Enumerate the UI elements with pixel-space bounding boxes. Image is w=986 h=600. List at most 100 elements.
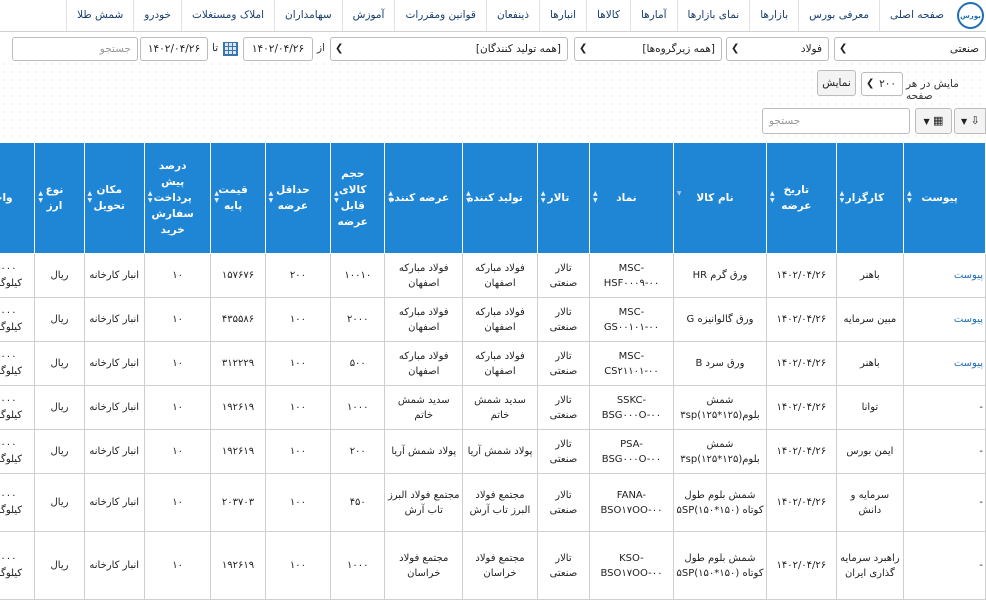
market-select[interactable]: ❯ صنعتی [834, 37, 986, 61]
sort-icon[interactable]: ▲ ▼ [214, 190, 219, 204]
cell-min-offer: ۱۰۰ [264, 531, 332, 600]
cell-symbol: MSC-HSF۰۰۰۹-۰۰ [589, 253, 674, 298]
cell-min-offer: ۱۰۰ [264, 429, 332, 474]
export-button[interactable]: ▼ ⇩ [954, 108, 986, 134]
column-header-unit[interactable]: واحد▲▼ [0, 142, 36, 254]
cell-supplier: فولاد مبارکه اصفهان [384, 253, 464, 298]
cell-unit: ۱۰۰۰ کیلوگرم [0, 473, 36, 532]
column-header-broker[interactable]: کارگزار ▲ ▼ [835, 142, 905, 254]
cell-offer-date: ۱۴۰۲/۰۴/۲۶ [766, 341, 837, 386]
sort-icon[interactable]: ▼ [677, 190, 682, 197]
nav-item-real-estate[interactable]: املاک ومستغلات [181, 0, 274, 31]
column-header-label: حجم کالای قابل عرضه [337, 168, 368, 228]
sort-icon[interactable]: ▲ ▼ [88, 190, 93, 204]
nav-item-home[interactable]: صفحه اصلی [878, 0, 954, 31]
nav-item-education[interactable]: آموزش [341, 0, 395, 31]
sort-icon[interactable]: ▲ ▼ [388, 190, 393, 204]
column-header-base-price[interactable]: قیمت پایه ▲ ▼ [210, 142, 266, 254]
nav-item-shareholders[interactable]: سهامداران [274, 0, 342, 31]
cell-commodity-name: ورق گرم HR [672, 253, 768, 298]
cell-producer: مجتمع فولاد البرز تاب آرش [462, 473, 538, 532]
show-button[interactable]: نمایش [817, 70, 856, 96]
table-row[interactable]: - توانا ۱۴۰۲/۰۴/۲۶ شمش بلوم(۱۲۵*۱۲۵)۳sp SSKC… [0, 385, 986, 430]
column-header-currency[interactable]: نوع ارز ▲ ▼ [34, 142, 85, 254]
cell-currency: ریال [34, 429, 85, 474]
cell-attachment[interactable]: پیوست [903, 253, 986, 298]
cell-base-price: ۱۹۲۶۱۹ [210, 385, 266, 430]
table-row[interactable]: پیوست مبین سرمایه ۱۴۰۲/۰۴/۲۶ ورق گالوانیزه … [0, 297, 986, 342]
cell-base-price: ۱۵۷۶۷۶ [210, 253, 266, 298]
nav-item-about-exchange[interactable]: معرفی بورس [798, 0, 879, 31]
nav-item-regulations[interactable]: قوانین ومقررات [394, 0, 485, 31]
producer-select[interactable]: ❯ [همه تولید کنندگان] [330, 37, 568, 61]
sort-icon[interactable]: ▲ ▼ [38, 190, 43, 204]
per-page-label: مایش در هر صفحه [906, 78, 959, 102]
cell-base-price: ۱۹۲۶۱۹ [210, 429, 266, 474]
exchange-logo[interactable]: بورس [957, 2, 984, 29]
column-header-label: پیوست [921, 192, 958, 204]
nav-item-warehouses[interactable]: انبارها [539, 0, 586, 31]
group-select[interactable]: ❯ فولاد [726, 37, 829, 61]
sort-icon[interactable]: ▲ ▼ [907, 190, 912, 204]
table-header-row: پیوست ▲ ▼ کارگزار ▲ ▼ تاریخ عرضه ▲ ▼ نام کالا ▼ نما… [0, 142, 986, 254]
cell-min-offer: ۲۰۰ [264, 253, 332, 298]
calendar-icon[interactable] [223, 42, 238, 56]
table-row[interactable]: پیوست باهنر ۱۴۰۲/۰۴/۲۶ ورق گرم HR MSC-HSF۰۰۰… [0, 253, 986, 298]
table-search-input[interactable]: جستجو [762, 108, 910, 134]
columns-button[interactable]: ▼ ▦ [915, 108, 952, 134]
cell-attachment[interactable]: پیوست [903, 297, 986, 342]
cell-hall: تالار صنعتی [536, 385, 591, 430]
column-header-label: تولید کننده [467, 192, 523, 204]
nav-item-stakeholders[interactable]: ذینفعان [485, 0, 539, 31]
cell-unit: ۱۰۰۰ کیلوگرم [0, 297, 36, 342]
sort-icon[interactable]: ▲ ▼ [466, 190, 471, 204]
column-header-offer-volume[interactable]: حجم کالای قابل عرضه ▲ ▼ [330, 142, 386, 254]
to-label: تا [212, 42, 219, 54]
nav-item-automobile[interactable]: خودرو [133, 0, 181, 31]
column-header-producer[interactable]: تولید کننده ▲ ▼ [462, 142, 538, 254]
subgroup-select[interactable]: ❯ [همه زیرگروه‌ها] [574, 37, 722, 61]
column-header-hall[interactable]: تالار ▲ ▼ [536, 142, 591, 254]
cell-symbol: KSO-BSO۱۷OO-۰۰ [589, 531, 674, 600]
column-header-offer-date[interactable]: تاریخ عرضه ▲ ▼ [766, 142, 837, 254]
offers-table-wrapper: پیوست ▲ ▼ کارگزار ▲ ▼ تاریخ عرضه ▲ ▼ نام کالا ▼ نما… [0, 142, 986, 600]
cell-commodity-name: ورق سرد B [672, 341, 768, 386]
column-header-commodity-name[interactable]: نام کالا ▼ [672, 142, 768, 254]
column-header-min-offer[interactable]: حداقل عرضه ▲ ▼ [264, 142, 332, 254]
column-header-supplier[interactable]: عرضه کننده ▲ ▼ [384, 142, 464, 254]
sort-icon[interactable]: ▲ ▼ [334, 190, 339, 204]
table-row[interactable]: - ایمن بورس ۱۴۰۲/۰۴/۲۶ شمش بلوم(۱۲۵*۱۲۵)۳sp… [0, 429, 986, 474]
table-row[interactable]: - سرمایه و دانش ۱۴۰۲/۰۴/۲۶ شمش بلوم طول کوت… [0, 473, 986, 532]
sort-icon[interactable]: ▲ ▼ [269, 190, 274, 204]
column-header-attachment[interactable]: پیوست ▲ ▼ [903, 142, 986, 254]
nav-item-market-view[interactable]: نمای بازارها [676, 0, 750, 31]
sort-icon[interactable]: ▲ ▼ [541, 190, 546, 204]
column-header-prepayment-percent[interactable]: درصد پیش پرداخت سفارش خرید ▲ ▼ [143, 142, 212, 254]
sort-icon[interactable]: ▲ ▼ [840, 190, 845, 204]
search-input[interactable]: جستجو [12, 37, 138, 61]
nav-item-commodities[interactable]: کالاها [586, 0, 630, 31]
cell-unit: ۱۰۰۰ کیلوگرم [0, 531, 36, 600]
sort-icon[interactable]: ▲ ▼ [770, 190, 775, 204]
column-header-symbol[interactable]: نماد ▲ ▼ [589, 142, 674, 254]
cell-offer-volume: ۲۰۰۰ [330, 297, 386, 342]
nav-item-gold-bullion[interactable]: شمش طلا [66, 0, 133, 31]
nav-item-statistics[interactable]: آمارها [629, 0, 677, 31]
per-page-select[interactable]: ❯ ۲۰۰ [861, 72, 903, 96]
sort-icon[interactable]: ▲ ▼ [593, 190, 598, 204]
table-row[interactable]: - راهبرد سرمایه گذاری ایران ۱۴۰۲/۰۴/۲۶ شمش … [0, 531, 986, 600]
cell-delivery-place: انبار کارخانه [83, 385, 145, 430]
cell-attachment[interactable]: پیوست [903, 341, 986, 386]
nav-item-markets[interactable]: بازارها [749, 0, 798, 31]
column-header-delivery-place[interactable]: مکان تحویل ▲ ▼ [83, 142, 145, 254]
cell-prepayment-percent: ۱۰ [143, 253, 212, 298]
cell-offer-volume: ۴۵۰ [330, 473, 386, 532]
cell-offer-volume: ۱۰۰۰ [330, 385, 386, 430]
table-row[interactable]: پیوست باهنر ۱۴۰۲/۰۴/۲۶ ورق سرد B MSC-CS۲۱۱۰۱… [0, 341, 986, 386]
cell-offer-date: ۱۴۰۲/۰۴/۲۶ [766, 253, 837, 298]
sort-icon[interactable]: ▲ ▼ [148, 190, 153, 204]
from-date-input[interactable]: ۱۴۰۲/۰۴/۲۶ [243, 37, 313, 61]
cell-min-offer: ۱۰۰ [264, 341, 332, 386]
to-date-input[interactable]: ۱۴۰۲/۰۴/۲۶ [140, 37, 208, 61]
column-header-label: نوع ارز [45, 184, 64, 212]
